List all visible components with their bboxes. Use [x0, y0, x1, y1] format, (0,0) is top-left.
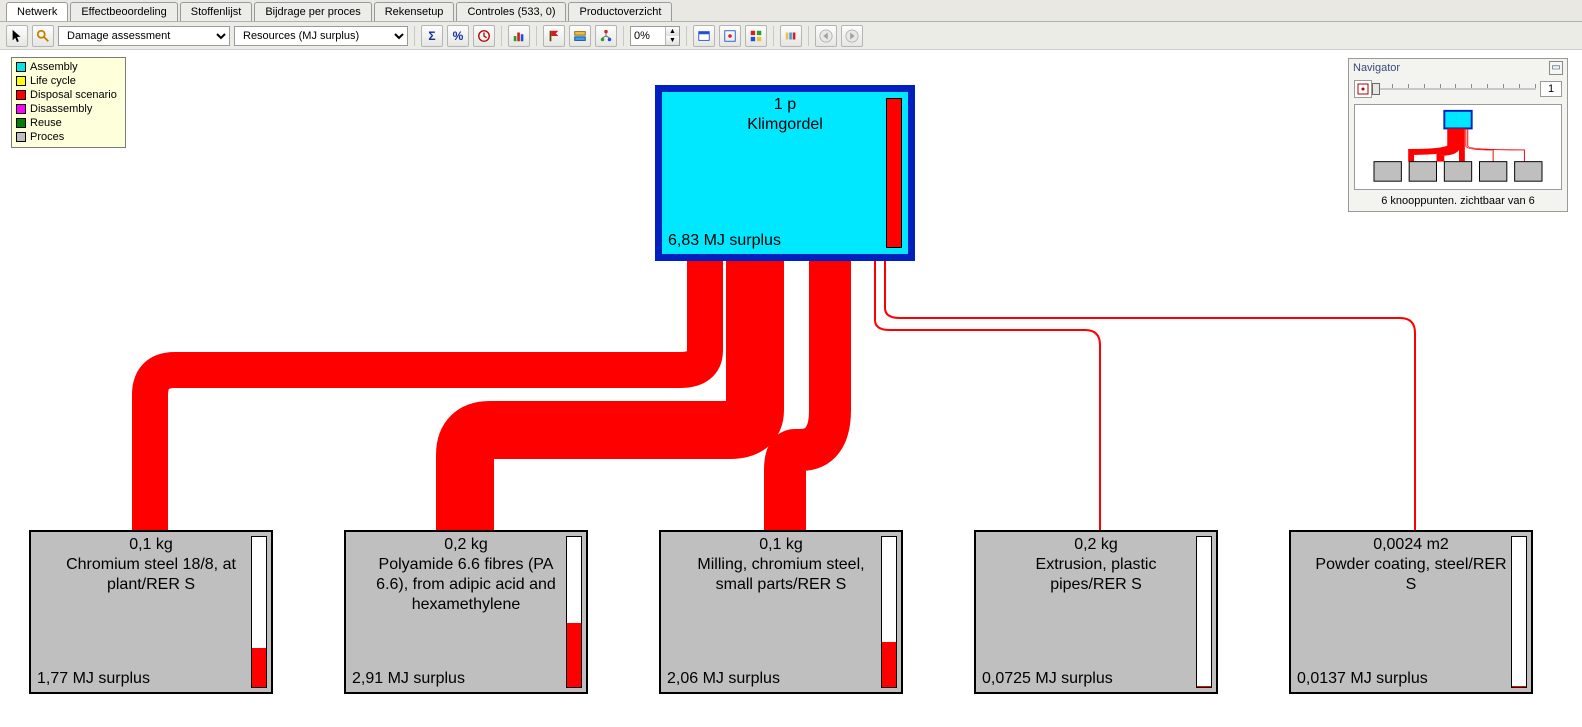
target-button[interactable]	[719, 25, 741, 47]
separator	[686, 26, 687, 46]
node-qty: 0,1 kg	[661, 532, 901, 555]
separator	[623, 26, 624, 46]
node-value: 6,83 MJ surplus	[668, 231, 781, 251]
node-klimgordel[interactable]: 1 p Klimgordel 6,83 MJ surplus	[655, 85, 915, 261]
separator	[773, 26, 774, 46]
network-canvas[interactable]: Assembly Life cycle Disposal scenario Di…	[0, 50, 1582, 727]
palette-button[interactable]	[780, 25, 802, 47]
tab-rekensetup[interactable]: Rekensetup	[374, 2, 455, 21]
node-value: 1,77 MJ surplus	[37, 669, 150, 689]
node-bar	[881, 536, 897, 688]
percent-button[interactable]: %	[447, 25, 469, 47]
window-button[interactable]	[693, 25, 715, 47]
node-qty: 0,0024 m2	[1291, 532, 1531, 555]
separator	[501, 26, 502, 46]
node-value: 2,06 MJ surplus	[667, 669, 780, 689]
node-bar	[1196, 536, 1212, 688]
node-name: Klimgordel	[662, 115, 908, 135]
legend-label: Disassembly	[30, 102, 92, 116]
tab-netwerk[interactable]: Netwerk	[6, 2, 68, 21]
legend: Assembly Life cycle Disposal scenario Di…	[11, 57, 126, 148]
node-value: 2,91 MJ surplus	[352, 669, 465, 689]
legend-label: Proces	[30, 130, 64, 144]
navigator-slider[interactable]	[1376, 82, 1536, 96]
node-qty: 0,1 kg	[31, 532, 271, 555]
tab-productoverzicht[interactable]: Productoverzicht	[568, 2, 672, 21]
legend-label: Reuse	[30, 116, 62, 130]
node-polyamide[interactable]: 0,2 kg Polyamide 6.6 fibres (PA 6.6), fr…	[344, 530, 588, 694]
legend-swatch-assembly	[16, 62, 26, 72]
navigator-close[interactable]: ▭	[1549, 61, 1563, 75]
grid-button[interactable]	[745, 25, 767, 47]
spinner-down[interactable]: ▼	[665, 36, 679, 45]
node-qty: 0,2 kg	[976, 532, 1216, 555]
node-value: 0,0725 MJ surplus	[982, 669, 1113, 689]
node-name: Extrusion, plastic pipes/RER S	[976, 555, 1216, 595]
legend-swatch-reuse	[16, 118, 26, 128]
navigator-caption: 6 knooppunten. zichtbaar van 6	[1349, 193, 1567, 211]
node-bar	[1511, 536, 1527, 688]
barchart-button[interactable]	[508, 25, 530, 47]
tab-effectbeoordeling[interactable]: Effectbeoordeling	[70, 2, 177, 21]
legend-swatch-disassembly	[16, 104, 26, 114]
node-value: 0,0137 MJ surplus	[1297, 669, 1428, 689]
layers-button[interactable]	[569, 25, 591, 47]
flag-button[interactable]	[543, 25, 565, 47]
node-name: Powder coating, steel/RER S	[1291, 555, 1531, 595]
node-name: Chromium steel 18/8, at plant/RER S	[31, 555, 271, 595]
toolbar: Damage assessment Resources (MJ surplus)…	[0, 22, 1582, 50]
node-name: Milling, chromium steel, small parts/RER…	[661, 555, 901, 595]
node-bar	[566, 536, 582, 688]
zoom-tool[interactable]	[32, 25, 54, 47]
nav-forward[interactable]	[841, 25, 863, 47]
legend-swatch-proces	[16, 132, 26, 142]
cutoff-spinner[interactable]: ▲ ▼	[630, 26, 680, 46]
node-chromium[interactable]: 0,1 kg Chromium steel 18/8, at plant/RER…	[29, 530, 273, 694]
node-powder[interactable]: 0,0024 m2 Powder coating, steel/RER S 0,…	[1289, 530, 1533, 694]
legend-swatch-disposal	[16, 90, 26, 100]
legend-label: Life cycle	[30, 74, 76, 88]
tab-controles[interactable]: Controles (533, 0)	[456, 2, 566, 21]
navigator-title: Navigator	[1353, 62, 1400, 74]
indicator-combo[interactable]: Damage assessment	[58, 26, 230, 46]
navigator-panel[interactable]: Navigator ▭ 1	[1348, 58, 1568, 212]
node-qty: 0,2 kg	[346, 532, 586, 555]
pointer-tool[interactable]	[6, 25, 28, 47]
navigator-preview[interactable]	[1354, 104, 1562, 190]
node-extrusion[interactable]: 0,2 kg Extrusion, plastic pipes/RER S 0,…	[974, 530, 1218, 694]
node-bar	[251, 536, 267, 688]
cutoff-input[interactable]	[631, 29, 665, 43]
tab-bijdrage[interactable]: Bijdrage per proces	[254, 2, 371, 21]
sigma-button[interactable]: Σ	[421, 25, 443, 47]
tab-strip: Netwerk Effectbeoordeling Stoffenlijst B…	[0, 0, 1582, 22]
node-milling[interactable]: 0,1 kg Milling, chromium steel, small pa…	[659, 530, 903, 694]
spinner-up[interactable]: ▲	[665, 27, 679, 36]
nav-back[interactable]	[815, 25, 837, 47]
navigator-fit[interactable]	[1354, 80, 1372, 98]
legend-label: Disposal scenario	[30, 88, 117, 102]
node-qty: 1 p	[662, 92, 908, 115]
separator	[536, 26, 537, 46]
tree-button[interactable]	[595, 25, 617, 47]
legend-swatch-lifecycle	[16, 76, 26, 86]
navigator-value: 1	[1540, 81, 1562, 97]
separator	[808, 26, 809, 46]
tab-stoffenlijst[interactable]: Stoffenlijst	[180, 2, 253, 21]
clock-button[interactable]	[473, 25, 495, 47]
separator	[414, 26, 415, 46]
legend-label: Assembly	[30, 60, 78, 74]
category-combo[interactable]: Resources (MJ surplus)	[234, 26, 408, 46]
node-name: Polyamide 6.6 fibres (PA 6.6), from adip…	[346, 555, 586, 615]
node-bar	[886, 98, 902, 248]
